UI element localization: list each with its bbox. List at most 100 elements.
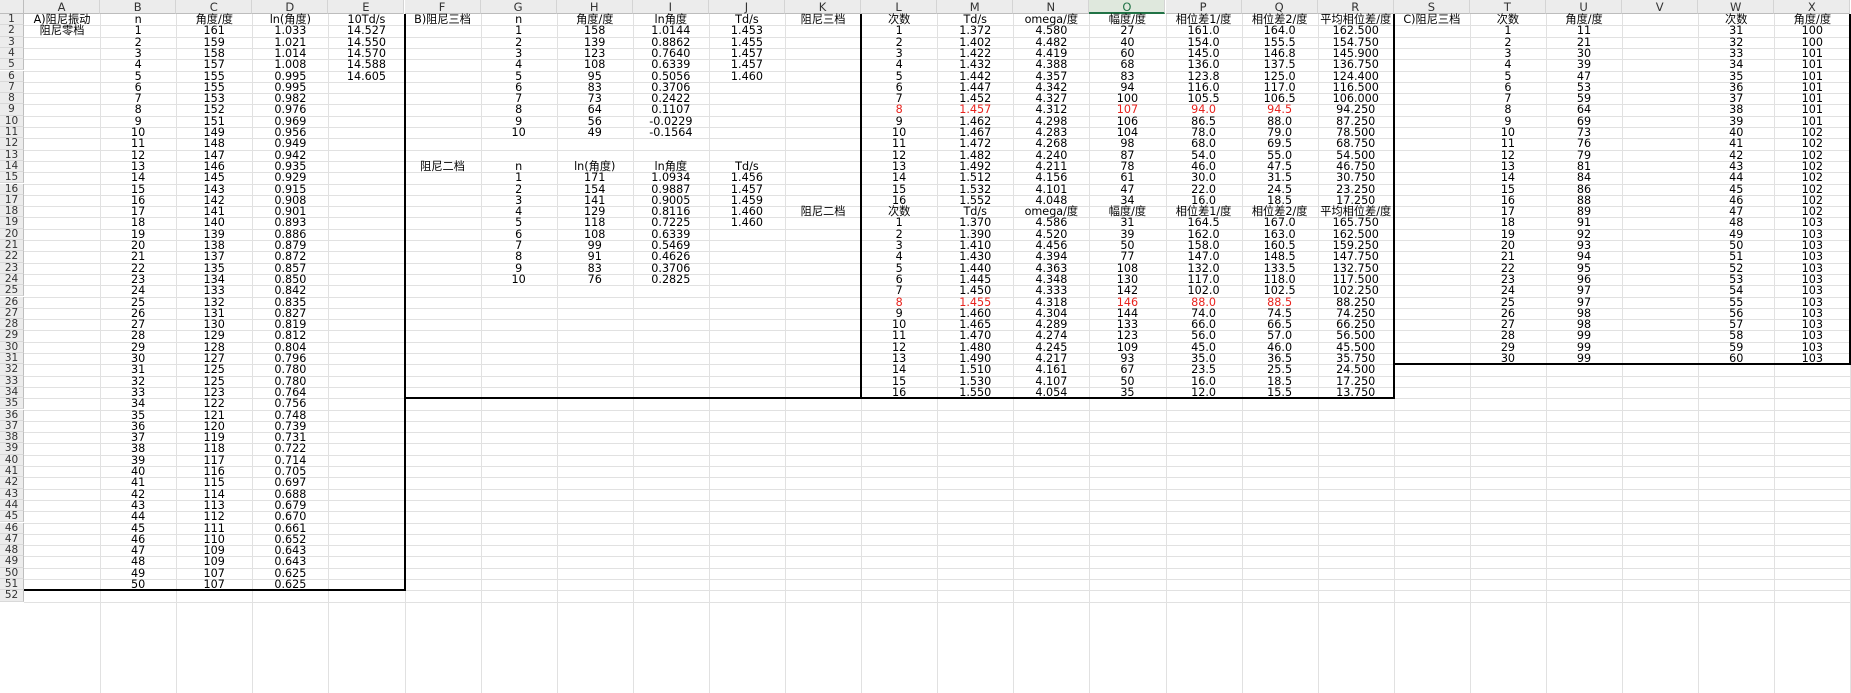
cell-r29[interactable]: 56.500 bbox=[1318, 330, 1394, 342]
column-header-i[interactable]: I bbox=[632, 0, 709, 14]
column-header-w[interactable]: W bbox=[1698, 0, 1775, 14]
cell-e6[interactable]: 14.605 bbox=[328, 70, 404, 82]
cell-p22[interactable]: 147.0 bbox=[1166, 251, 1242, 263]
cell-m12[interactable]: 1.472 bbox=[937, 138, 1013, 150]
row-header-45[interactable]: 45 bbox=[0, 510, 24, 523]
cell-m15[interactable]: 1.512 bbox=[937, 172, 1013, 184]
cell-r2[interactable]: 162.500 bbox=[1318, 25, 1394, 37]
cell-i15[interactable]: 1.0934 bbox=[633, 172, 709, 184]
cell-p12[interactable]: 68.0 bbox=[1166, 138, 1242, 150]
cell-q12[interactable]: 69.5 bbox=[1242, 138, 1318, 150]
cell-x31[interactable]: 103 bbox=[1774, 353, 1850, 365]
cell-r12[interactable]: 68.750 bbox=[1318, 138, 1394, 150]
cell-o2[interactable]: 27 bbox=[1089, 25, 1165, 37]
cell-x9[interactable]: 101 bbox=[1774, 104, 1850, 116]
cell-l34[interactable]: 16 bbox=[861, 387, 937, 399]
cell-j6[interactable]: 1.460 bbox=[709, 70, 785, 82]
cell-b19[interactable]: 18 bbox=[100, 217, 176, 229]
cell-t5[interactable]: 4 bbox=[1470, 59, 1546, 71]
row-header-9[interactable]: 9 bbox=[0, 104, 24, 116]
cell-n2[interactable]: 4.580 bbox=[1013, 25, 1089, 37]
cell-d22[interactable]: 0.872 bbox=[252, 251, 328, 263]
cell-x12[interactable]: 102 bbox=[1774, 138, 1850, 150]
row-header-12[interactable]: 12 bbox=[0, 137, 24, 150]
cell-l2[interactable]: 1 bbox=[861, 25, 937, 37]
column-header-a[interactable]: A bbox=[24, 0, 101, 14]
column-header-q[interactable]: Q bbox=[1241, 0, 1318, 14]
cell-b42[interactable]: 41 bbox=[100, 477, 176, 489]
cell-l5[interactable]: 4 bbox=[861, 59, 937, 71]
cell-l22[interactable]: 4 bbox=[861, 251, 937, 263]
cell-r34[interactable]: 13.750 bbox=[1318, 387, 1394, 399]
cell-i9[interactable]: 0.1107 bbox=[633, 104, 709, 116]
cell-b22[interactable]: 21 bbox=[100, 251, 176, 263]
cell-m34[interactable]: 1.550 bbox=[937, 387, 1013, 399]
cell-n12[interactable]: 4.268 bbox=[1013, 138, 1089, 150]
cell-n22[interactable]: 4.394 bbox=[1013, 251, 1089, 263]
cell-h5[interactable]: 108 bbox=[557, 59, 633, 71]
cell-c25[interactable]: 133 bbox=[176, 285, 252, 297]
cell-q32[interactable]: 25.5 bbox=[1242, 364, 1318, 376]
cell-g19[interactable]: 5 bbox=[481, 217, 557, 229]
column-header-x[interactable]: X bbox=[1774, 0, 1851, 14]
column-header-m[interactable]: M bbox=[937, 0, 1014, 14]
cell-r25[interactable]: 102.250 bbox=[1318, 285, 1394, 297]
cell-o19[interactable]: 31 bbox=[1089, 217, 1165, 229]
cell-o5[interactable]: 68 bbox=[1089, 59, 1165, 71]
row-header-49[interactable]: 49 bbox=[0, 556, 24, 568]
cell-r32[interactable]: 24.500 bbox=[1318, 364, 1394, 376]
column-header-h[interactable]: H bbox=[556, 0, 633, 14]
cell-l15[interactable]: 14 bbox=[861, 172, 937, 184]
cell-p34[interactable]: 12.0 bbox=[1166, 387, 1242, 399]
cell-b15[interactable]: 14 bbox=[100, 172, 176, 184]
cell-f1[interactable]: B)阻尼三档 bbox=[405, 14, 481, 26]
cell-p32[interactable]: 23.5 bbox=[1166, 364, 1242, 376]
cell-c35[interactable]: 122 bbox=[176, 398, 252, 410]
cell-n19[interactable]: 4.586 bbox=[1013, 217, 1089, 229]
cell-t29[interactable]: 28 bbox=[1470, 330, 1546, 342]
cell-w22[interactable]: 51 bbox=[1698, 251, 1774, 263]
cell-c42[interactable]: 115 bbox=[176, 477, 252, 489]
cell-d29[interactable]: 0.812 bbox=[252, 330, 328, 342]
cell-j5[interactable]: 1.457 bbox=[709, 59, 785, 71]
column-header-b[interactable]: B bbox=[100, 0, 177, 14]
cell-b51[interactable]: 50 bbox=[100, 579, 176, 591]
cell-n25[interactable]: 4.333 bbox=[1013, 285, 1089, 297]
cell-h22[interactable]: 91 bbox=[557, 251, 633, 263]
cell-d15[interactable]: 0.929 bbox=[252, 172, 328, 184]
cell-x19[interactable]: 103 bbox=[1774, 217, 1850, 229]
row-header-52[interactable]: 52 bbox=[0, 589, 24, 602]
cell-w31[interactable]: 60 bbox=[1698, 353, 1774, 365]
cell-k18[interactable]: 阻尼二档 bbox=[785, 206, 861, 218]
cell-q2[interactable]: 164.0 bbox=[1242, 25, 1318, 37]
cell-c45[interactable]: 112 bbox=[176, 511, 252, 523]
cell-o15[interactable]: 61 bbox=[1089, 172, 1165, 184]
cell-n5[interactable]: 4.388 bbox=[1013, 59, 1089, 71]
cell-u25[interactable]: 97 bbox=[1546, 285, 1622, 297]
cell-d35[interactable]: 0.756 bbox=[252, 398, 328, 410]
cell-q22[interactable]: 148.5 bbox=[1242, 251, 1318, 263]
cell-i11[interactable]: -0.1564 bbox=[633, 127, 709, 139]
cell-n32[interactable]: 4.161 bbox=[1013, 364, 1089, 376]
cell-u15[interactable]: 84 bbox=[1546, 172, 1622, 184]
cell-f14[interactable]: 阻尼二档 bbox=[405, 161, 481, 173]
cell-t22[interactable]: 21 bbox=[1470, 251, 1546, 263]
column-header-c[interactable]: C bbox=[176, 0, 253, 14]
cell-b49[interactable]: 48 bbox=[100, 556, 176, 568]
cell-d12[interactable]: 0.949 bbox=[252, 138, 328, 150]
cell-t25[interactable]: 24 bbox=[1470, 285, 1546, 297]
cell-i24[interactable]: 0.2825 bbox=[633, 274, 709, 286]
column-header-e[interactable]: E bbox=[328, 0, 405, 14]
cell-w2[interactable]: 31 bbox=[1698, 25, 1774, 37]
cell-c5[interactable]: 157 bbox=[176, 59, 252, 71]
cell-i5[interactable]: 0.6339 bbox=[633, 59, 709, 71]
cell-t12[interactable]: 11 bbox=[1470, 138, 1546, 150]
cell-o34[interactable]: 35 bbox=[1089, 387, 1165, 399]
row-header-35[interactable]: 35 bbox=[0, 397, 24, 410]
cell-o9[interactable]: 107 bbox=[1089, 104, 1165, 116]
cell-o32[interactable]: 67 bbox=[1089, 364, 1165, 376]
cell-w19[interactable]: 48 bbox=[1698, 217, 1774, 229]
cell-m2[interactable]: 1.372 bbox=[937, 25, 1013, 37]
cell-m32[interactable]: 1.510 bbox=[937, 364, 1013, 376]
column-header-r[interactable]: R bbox=[1317, 0, 1394, 14]
